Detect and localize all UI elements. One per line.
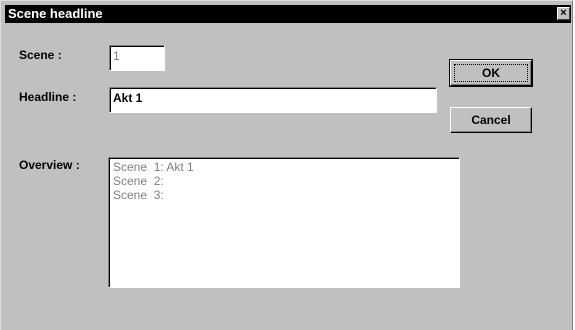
close-button[interactable]: × (557, 7, 570, 20)
close-icon: × (560, 7, 567, 19)
list-item[interactable]: Scene 3: (113, 188, 455, 202)
title-bar: Scene headline × (5, 5, 571, 23)
ok-button[interactable]: OK (449, 59, 533, 87)
overview-list[interactable]: Scene 1: Akt 1 Scene 2: Scene 3: (108, 157, 460, 288)
overview-label: Overview : (19, 158, 80, 172)
list-item[interactable]: Scene 2: (113, 174, 455, 188)
scene-label: Scene : (19, 48, 62, 62)
scene-number-field[interactable]: 1 (109, 45, 165, 71)
cancel-button[interactable]: Cancel (450, 107, 532, 133)
list-item[interactable]: Scene 1: Akt 1 (113, 160, 455, 174)
window-title: Scene headline (8, 6, 103, 21)
headline-label: Headline : (19, 90, 77, 104)
scene-headline-dialog: Scene headline × Scene : 1 Headline : Ak… (0, 0, 573, 330)
headline-input[interactable]: Akt 1 (109, 87, 437, 113)
ok-button-label: OK (454, 64, 528, 82)
